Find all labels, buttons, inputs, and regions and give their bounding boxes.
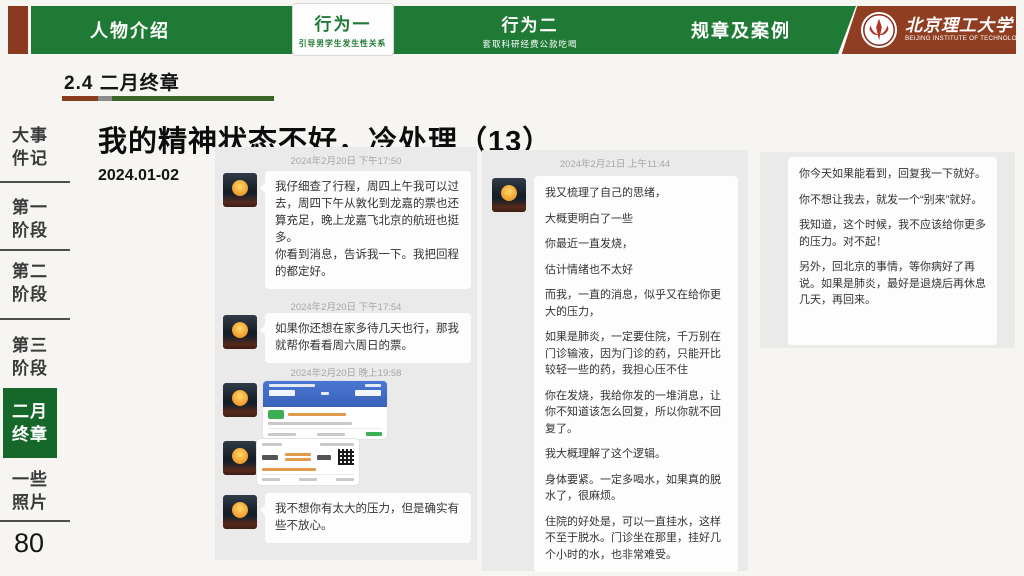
sidebar-item-some-photos[interactable]: 一些 照片 bbox=[4, 468, 56, 514]
flight-card-body bbox=[263, 407, 387, 439]
message-text: 你看到消息，告诉我一下。我把回程的都定好。 bbox=[275, 247, 461, 281]
action-link[interactable] bbox=[336, 478, 354, 481]
page-number: 80 bbox=[14, 528, 44, 559]
chat-timestamp: 2024年2月20日 下午17:50 bbox=[215, 153, 477, 167]
tab-rules-cases[interactable]: 规章及案例 bbox=[661, 6, 821, 54]
qr-code bbox=[338, 449, 354, 465]
chat-bubble: 如果你还想在家多待几天也行，那我就帮你看看周六周日的票。 bbox=[265, 313, 471, 363]
avatar bbox=[223, 441, 257, 475]
accent-block bbox=[8, 6, 28, 54]
tab-behavior-2[interactable]: 行为二 套取科研经费公款吃喝 bbox=[430, 6, 630, 54]
chat-screenshot-1: 2024年2月20日 下午17:50 我仔细查了行程，周四上午我可以过去，周四下… bbox=[215, 147, 477, 560]
text-line bbox=[355, 390, 381, 396]
chat-bubble: 你今天如果能看到，回复我一下就好。 你不想让我去，就发一个“别来”就好。 我知道… bbox=[788, 157, 997, 345]
presentation-slide: 人物介绍 行为一 引导男学生发生性关系 行为二 套取科研经费公款吃喝 规章及案例… bbox=[0, 0, 1024, 576]
tab-people-intro[interactable]: 人物介绍 bbox=[45, 6, 215, 54]
sidebar-item-big-events[interactable]: 大事 件记 bbox=[4, 124, 56, 170]
chat-bubble: 我仔细查了行程，周四上午我可以过去，周四下午从敦化到龙嘉的票也还算充足，晚上龙嘉… bbox=[265, 171, 471, 289]
station-text bbox=[262, 455, 278, 460]
message-text: 你不想让我去，就发一个“别来”就好。 bbox=[799, 192, 986, 209]
message-text: 另外，回北京的事情，等你病好了再说。如果是肺炎，最好是退烧后再休息几天，再回来。 bbox=[799, 259, 986, 309]
sidebar-item-stage-2[interactable]: 第二 阶段 bbox=[4, 260, 56, 306]
train-ticket-card[interactable] bbox=[257, 439, 359, 485]
text-line bbox=[269, 384, 315, 387]
sidebar-divider bbox=[0, 520, 70, 522]
text-line bbox=[288, 413, 346, 416]
university-name-cn: 北京理工大学 bbox=[905, 17, 1024, 36]
chat-bubble: 我又梳理了自己的思绪， 大概更明白了一些 你最近一直发烧， 估计情绪也不太好 而… bbox=[534, 176, 738, 572]
flight-ticket-card[interactable] bbox=[263, 381, 387, 439]
avatar bbox=[223, 495, 257, 529]
chat-screenshot-3: 你今天如果能看到，回复我一下就好。 你不想让我去，就发一个“别来”就好。 我知道… bbox=[760, 152, 1015, 348]
text-line bbox=[320, 443, 354, 446]
text-line bbox=[285, 453, 311, 456]
message-text: 我大概理解了这个逻辑。 bbox=[545, 446, 727, 463]
message-text: 你今天如果能看到，回复我一下就好。 bbox=[799, 166, 986, 183]
action-link[interactable] bbox=[299, 478, 317, 481]
diagonal-divider bbox=[835, 3, 858, 60]
text-line bbox=[262, 468, 316, 471]
sidebar-divider bbox=[0, 181, 70, 183]
text-line bbox=[317, 433, 345, 436]
top-nav-bar: 人物介绍 行为一 引导男学生发生性关系 行为二 套取科研经费公款吃喝 规章及案例… bbox=[31, 6, 1016, 54]
avatar bbox=[223, 173, 257, 207]
card-divider bbox=[268, 428, 382, 429]
avatar bbox=[223, 315, 257, 349]
chat-timestamp: 2024年2月20日 晚上19:58 bbox=[215, 365, 477, 379]
text-line bbox=[321, 392, 329, 395]
message-text: 估计情绪也不太好 bbox=[545, 262, 727, 279]
avatar bbox=[223, 383, 257, 417]
tab-label: 人物介绍 bbox=[90, 17, 170, 43]
price-text bbox=[366, 432, 382, 436]
tab-label: 行为二 bbox=[502, 11, 559, 36]
station-text bbox=[317, 455, 331, 460]
flight-card-header bbox=[263, 381, 387, 407]
message-text: 如果你还想在家多待几天也行，那我就帮你看看周六周日的票。 bbox=[275, 321, 461, 355]
sidebar-item-february-finale-active[interactable]: 二月 终章 bbox=[3, 388, 57, 458]
text-line bbox=[285, 458, 311, 461]
section-heading: 2.4 二月终章 bbox=[64, 68, 180, 95]
date-range: 2024.01-02 bbox=[98, 167, 179, 185]
card-divider bbox=[262, 474, 354, 475]
message-text: 大概更明白了一些 bbox=[545, 211, 727, 228]
tab-behavior-1-active[interactable]: 行为一 引导男学生发生性关系 bbox=[293, 4, 393, 55]
text-line bbox=[269, 390, 295, 396]
chat-bubble: 我不想你有太大的压力，但是确实有些不放心。 bbox=[265, 493, 471, 543]
bit-emblem-icon bbox=[860, 11, 898, 49]
chat-timestamp: 2024年2月21日 上午11:44 bbox=[482, 156, 748, 170]
message-text: 我不想你有太大的压力，但是确实有些不放心。 bbox=[275, 501, 461, 535]
text-line bbox=[268, 433, 296, 436]
text-line bbox=[262, 443, 282, 446]
chat-screenshot-2: 2024年2月21日 上午11:44 我又梳理了自己的思绪， 大概更明白了一些 … bbox=[482, 150, 748, 571]
tab-label: 行为一 bbox=[315, 10, 372, 35]
sidebar-item-stage-3[interactable]: 第三 阶段 bbox=[4, 334, 56, 380]
message-text: 你最近一直发烧， bbox=[545, 236, 727, 253]
tab-sublabel: 引导男学生发生性关系 bbox=[299, 37, 386, 48]
message-text: 住院的好处是，可以一直挂水，这样不至于脱水。门诊坐在那里，挂好几个小时的水，也非… bbox=[545, 514, 727, 564]
chat-timestamp: 2024年2月20日 下午17:54 bbox=[215, 299, 477, 313]
green-tag bbox=[268, 410, 284, 419]
avatar bbox=[492, 178, 526, 212]
message-text: 我仔细查了行程，周四上午我可以过去，周四下午从敦化到龙嘉的票也还算充足，晚上龙嘉… bbox=[275, 179, 461, 247]
university-logo-section: 北京理工大学 BEIJING INSTITUTE OF TECHNOLOGY bbox=[838, 6, 1016, 54]
tab-label: 规章及案例 bbox=[691, 17, 791, 43]
message-text: 我又梳理了自己的思绪， bbox=[545, 185, 727, 202]
tab-sublabel: 套取科研经费公款吃喝 bbox=[482, 38, 577, 50]
message-text: 而我，一直的消息，似乎又在给你更大的压力， bbox=[545, 287, 727, 320]
section-underline bbox=[62, 96, 274, 101]
message-text: 身体要紧。一定多喝水，如果真的脱水了，很麻烦。 bbox=[545, 472, 727, 505]
text-line bbox=[365, 384, 381, 387]
action-link[interactable] bbox=[262, 478, 280, 481]
sidebar-divider bbox=[0, 249, 70, 251]
sidebar-divider bbox=[0, 318, 70, 320]
message-text: 你在发烧，我给你发的一堆消息，让你不知道该怎么回复，所以你就不回复了。 bbox=[545, 388, 727, 438]
message-text: 我知道，这个时候，我不应该给你更多的压力。对不起！ bbox=[799, 217, 986, 250]
university-name-en: BEIJING INSTITUTE OF TECHNOLOGY bbox=[905, 36, 1024, 43]
message-text: 如果是肺炎，一定要住院，千万别在门诊输液，因为门诊的药，只能开比较轻一些的药，我… bbox=[545, 329, 727, 379]
sidebar-item-stage-1[interactable]: 第一 阶段 bbox=[4, 196, 56, 242]
text-line bbox=[268, 422, 352, 425]
